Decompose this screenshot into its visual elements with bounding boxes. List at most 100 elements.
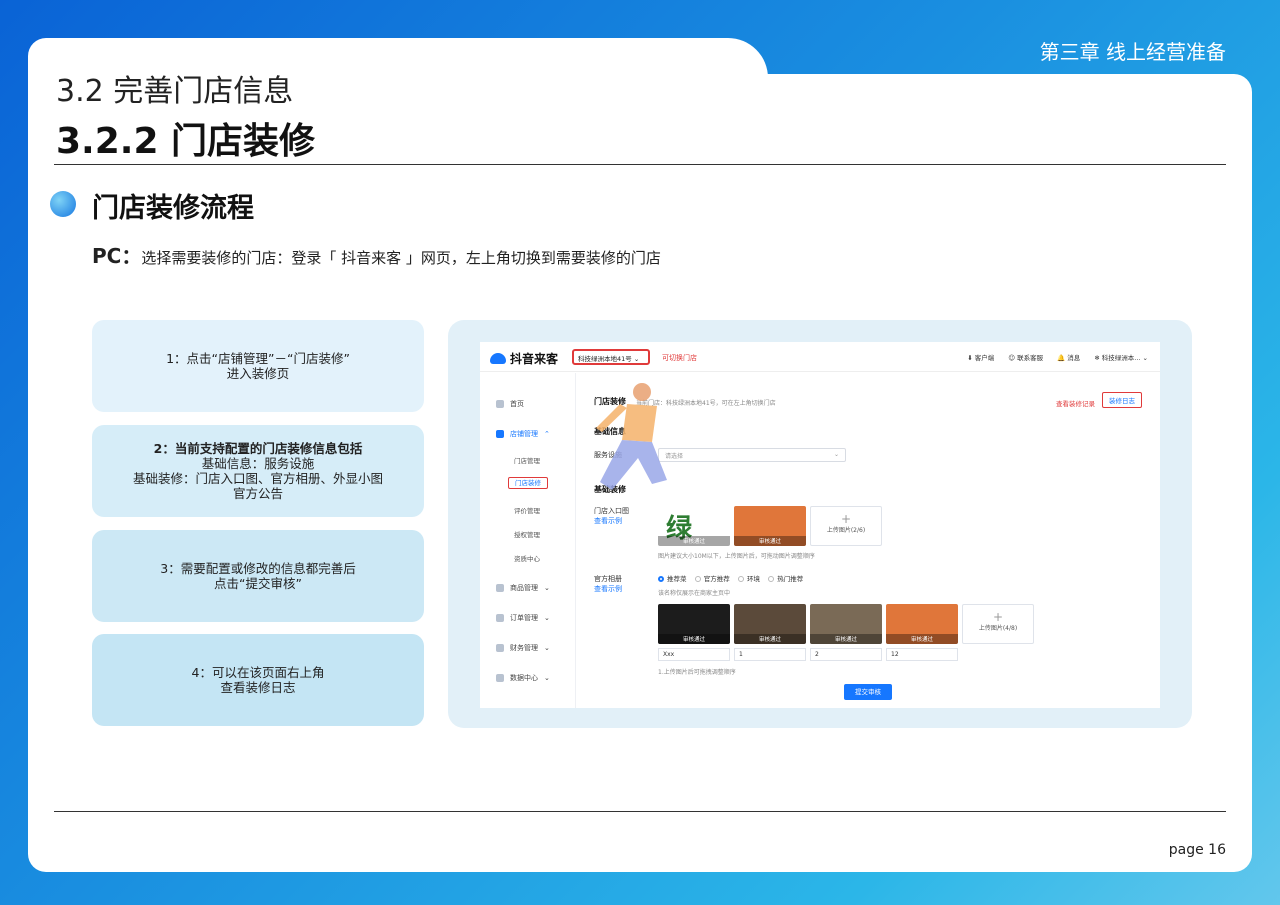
- tab-label: 官方推荐: [703, 575, 730, 583]
- sidebar-sub-store-manage[interactable]: 门店管理: [514, 455, 540, 465]
- album-tab-recommend[interactable]: 推荐菜: [658, 575, 687, 583]
- radio-icon: [694, 576, 701, 582]
- sidebar-label: 首页: [510, 400, 524, 408]
- upload-album-button[interactable]: + 上传图片(4/8): [962, 604, 1034, 644]
- thumb-status: 审核通过: [658, 634, 730, 644]
- upload-label: 上传图片(4/8): [978, 625, 1018, 632]
- sidebar-item-store-mgmt[interactable]: 店铺管理 ⌃: [496, 429, 550, 439]
- album-thumb-4[interactable]: 审核通过: [886, 604, 958, 644]
- view-record-link[interactable]: 查看装修记录: [1056, 398, 1095, 408]
- account-menu[interactable]: ❄ 科技绿洲本... ⌄: [1094, 352, 1148, 362]
- album-tab-official[interactable]: 官方推荐: [694, 575, 730, 583]
- app-sidebar: 首页 店铺管理 ⌃ 门店管理 门店装修 评价管理 授权管理 资质中心 商品管理 …: [480, 373, 576, 708]
- bottom-divider: [54, 811, 1226, 812]
- tab-label: 推荐菜: [667, 575, 687, 583]
- album-name-input-2[interactable]: 1: [734, 648, 806, 661]
- basic-decor-heading: 基础装修: [594, 485, 626, 494]
- album-hint: 该名称仅展示在商家主页中: [658, 590, 731, 597]
- sidebar-item-finance[interactable]: 财务管理 ⌄: [496, 643, 550, 653]
- thumb-status: 审核通过: [658, 536, 730, 546]
- client-label: 客户端: [974, 354, 995, 362]
- plus-icon: +: [992, 610, 1004, 624]
- step-line: 进入装修页: [226, 366, 290, 381]
- album-thumb-2[interactable]: 审核通过: [734, 604, 806, 644]
- messages-label: 消息: [1067, 354, 1081, 362]
- decor-content: 门店装修 当前门店：科技绿洲本地41号，可在左上角切换门店 查看装修记录 装修日…: [580, 382, 1154, 708]
- sidebar-item-data[interactable]: 数据中心 ⌄: [496, 673, 550, 683]
- sidebar-label: 财务管理: [510, 644, 538, 652]
- entrance-thumb-1[interactable]: 绿 审核通过: [658, 506, 730, 546]
- submit-review-button[interactable]: 提交审核: [844, 684, 892, 700]
- chevron-down-icon: ⌄: [833, 451, 839, 458]
- app-logo[interactable]: 抖音来客: [490, 350, 558, 367]
- album-tab-hot[interactable]: 热门推荐: [768, 575, 803, 583]
- album-thumb-1[interactable]: 审核通过: [658, 604, 730, 644]
- plus-icon: +: [840, 512, 852, 526]
- step-line: 1：点击“店铺管理”－“门店装修”: [166, 351, 350, 366]
- sidebar-sub-auth[interactable]: 授权管理: [514, 529, 540, 539]
- sidebar-item-orders[interactable]: 订单管理 ⌄: [496, 613, 550, 623]
- album-name-input-4[interactable]: 12: [886, 648, 958, 661]
- album-example-link[interactable]: 查看示例: [594, 584, 622, 594]
- embedded-screenshot: 抖音来客 科技绿洲本地41号 ⌄ 可切换门店 ⬇ 客户端 ☺ 联系客服 🔔 消息…: [480, 342, 1160, 708]
- entrance-hint: 图片建议大小10M以下，上传图片后，可拖动图片调整顺序: [658, 553, 815, 560]
- sidebar-label: 订单管理: [510, 614, 538, 622]
- pc-text: 选择需要装修的门店：登录「 抖音来客 」网页，左上角切换到需要装修的门店: [141, 249, 661, 267]
- support-label: 联系客服: [1017, 354, 1044, 362]
- logo-text: 抖音来客: [510, 352, 559, 366]
- client-download-button[interactable]: ⬇ 客户端: [967, 352, 994, 362]
- decor-log-button[interactable]: 装修日志: [1102, 392, 1142, 408]
- album-tab-env[interactable]: 环境: [738, 575, 760, 583]
- step-line: 查看装修日志: [220, 680, 296, 695]
- store-selector-value: 科技绿洲本地41号: [578, 355, 632, 363]
- step-line: 4：可以在该页面右上角: [191, 665, 325, 680]
- store-selector[interactable]: 科技绿洲本地41号 ⌄: [572, 349, 650, 365]
- switch-store-link[interactable]: 可切换门店: [662, 353, 697, 363]
- bullet-dot-icon: [50, 191, 76, 217]
- step-line: 点击“提交审核”: [214, 576, 302, 591]
- upload-entrance-button[interactable]: + 上传图片(2/6): [810, 506, 882, 546]
- radio-icon: [738, 576, 745, 582]
- step-line: 官方公告: [232, 486, 283, 501]
- thumb-status: 审核通过: [810, 634, 882, 644]
- step-card-4: 4：可以在该页面右上角 查看装修日志: [92, 634, 424, 726]
- thumb-status: 审核通过: [734, 634, 806, 644]
- service-select[interactable]: 请选择 ⌄: [658, 448, 846, 462]
- step-line: 基础信息：服务设施: [201, 456, 315, 471]
- home-icon: [496, 400, 504, 408]
- app-topbar: 抖音来客 科技绿洲本地41号 ⌄ 可切换门店 ⬇ 客户端 ☺ 联系客服 🔔 消息…: [480, 342, 1160, 372]
- flow-title: 门店装修流程: [92, 193, 254, 224]
- sidebar-sub-store-decor[interactable]: 门店装修: [508, 477, 548, 489]
- service-label: 服务设施: [594, 451, 622, 459]
- sidebar-label: 店铺管理: [510, 430, 538, 438]
- chevron-down-icon: ⌄: [633, 355, 640, 363]
- entrance-thumb-2[interactable]: 审核通过: [734, 506, 806, 546]
- album-name-input-1[interactable]: Xxx: [658, 648, 730, 661]
- page-hint: 当前门店：科技绿洲本地41号，可在左上角切换门店: [636, 400, 776, 407]
- sidebar-sub-reviews[interactable]: 评价管理: [514, 505, 540, 515]
- chapter-label: 第三章 线上经营准备: [1039, 40, 1226, 64]
- sidebar-label: 数据中心: [510, 674, 538, 682]
- tab-label: 环境: [747, 575, 761, 583]
- sidebar-label: 商品管理: [510, 584, 538, 592]
- chevron-up-icon: ⌃: [544, 430, 550, 438]
- album-name-input-3[interactable]: 2: [810, 648, 882, 661]
- step-card-2: 2：当前支持配置的门店装修信息包括 基础信息：服务设施 基础装修：门店入口图、官…: [92, 425, 424, 517]
- step-line: 2：当前支持配置的门店装修信息包括: [153, 441, 363, 456]
- sidebar-item-goods[interactable]: 商品管理 ⌄: [496, 583, 550, 593]
- contact-support-button[interactable]: ☺ 联系客服: [1008, 352, 1043, 362]
- basic-info-heading: 基础信息: [594, 427, 626, 436]
- album-thumb-3[interactable]: 审核通过: [810, 604, 882, 644]
- sidebar-item-home[interactable]: 首页: [496, 399, 524, 409]
- album-drag-hint: 1.上传图片后可拖拽调整顺序: [658, 669, 736, 676]
- entrance-example-link[interactable]: 查看示例: [594, 516, 622, 526]
- radio-icon: [768, 576, 775, 582]
- sidebar-sub-qualification[interactable]: 资质中心: [514, 553, 540, 563]
- service-placeholder: 请选择: [665, 453, 684, 460]
- subsection-title: 3.2.2 门店装修: [56, 121, 316, 162]
- messages-button[interactable]: 🔔 消息: [1057, 352, 1080, 362]
- thumb-status: 审核通过: [886, 634, 958, 644]
- entrance-label: 门店入口图: [594, 507, 629, 515]
- pc-instruction: PC：选择需要装修的门店：登录「 抖音来客 」网页，左上角切换到需要装修的门店: [92, 240, 661, 269]
- cloud-logo-icon: [490, 353, 506, 364]
